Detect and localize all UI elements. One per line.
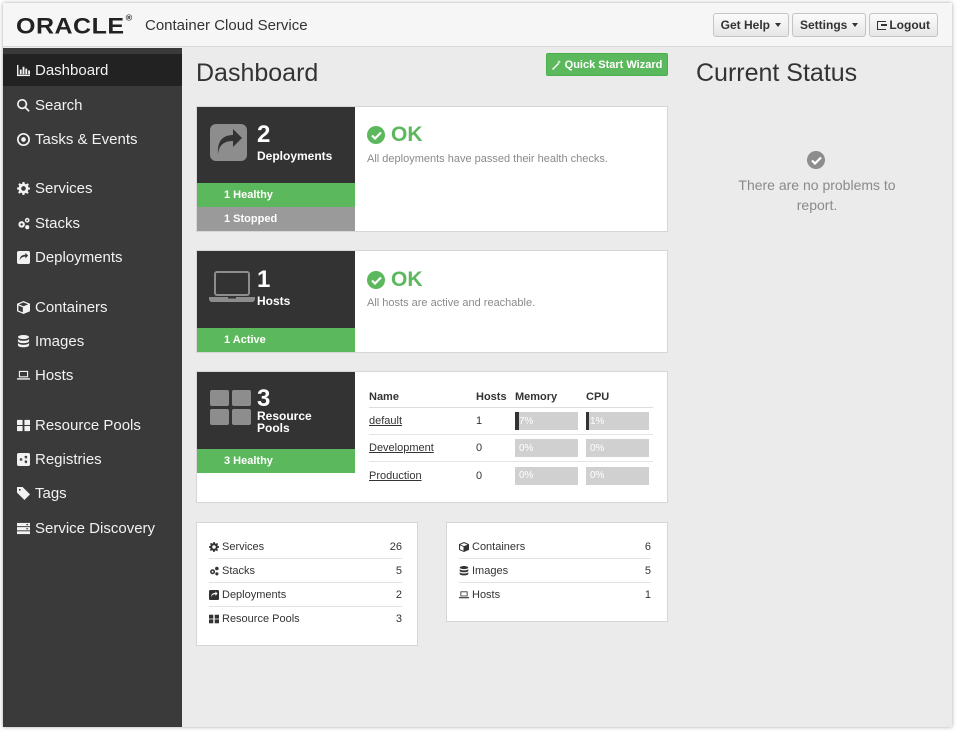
sidebar-item-service-discovery[interactable]: Service Discovery: [3, 512, 182, 544]
logout-icon: [877, 20, 888, 30]
caret-down-icon: [852, 23, 859, 27]
share-square-icon: [209, 589, 219, 600]
gear-icon: [209, 541, 219, 552]
sidebar-item-hosts[interactable]: Hosts: [3, 359, 182, 391]
summary-row-services[interactable]: Services 26: [209, 535, 402, 559]
magic-wand-icon: [551, 59, 561, 70]
hosts-count-panel[interactable]: 1 Hosts 1 Active: [197, 251, 355, 352]
caret-down-icon: [775, 23, 781, 27]
summary-row-stacks[interactable]: Stacks 5: [209, 559, 402, 583]
pool-link-development[interactable]: Development: [369, 442, 434, 454]
current-status-title: Current Status: [696, 59, 858, 87]
app-window: ORACLE® Container Cloud Service Get Help…: [3, 3, 952, 727]
sidebar-item-deployments[interactable]: Deployments: [3, 241, 182, 273]
page-title: Dashboard: [196, 59, 319, 87]
pool-link-default[interactable]: default: [369, 415, 402, 427]
sidebar-item-stacks[interactable]: Stacks: [3, 207, 182, 239]
current-status-message: There are no problems to report.: [738, 177, 896, 213]
memory-meter: 0%: [515, 439, 578, 457]
check-circle-icon: [367, 271, 385, 289]
sidebar-item-tags[interactable]: Tags: [3, 477, 182, 509]
product-name: Container Cloud Service: [145, 17, 308, 34]
summary-row-hosts[interactable]: Hosts 1: [459, 583, 651, 607]
database-icon: [16, 334, 30, 348]
check-circle-icon: [367, 126, 385, 144]
top-header: ORACLE® Container Cloud Service Get Help…: [3, 3, 952, 47]
get-help-button[interactable]: Get Help: [712, 13, 789, 37]
pool-link-production[interactable]: Production: [369, 470, 422, 482]
sidebar-item-services[interactable]: Services: [3, 172, 182, 204]
summary-box-services: Services 26 Stacks 5 Deployments 2 Resou…: [196, 522, 418, 646]
gears-icon: [16, 216, 30, 230]
hosts-status: OK: [367, 268, 423, 292]
gear-icon: [16, 181, 30, 195]
grid-icon: [16, 418, 30, 432]
grid-icon: [210, 390, 251, 425]
cube-icon: [16, 300, 30, 314]
summary-row-images[interactable]: Images 5: [459, 559, 651, 583]
deployments-stopped-bar[interactable]: 1 Stopped: [197, 207, 355, 231]
table-row: Production 0 0% 0%: [369, 462, 653, 489]
server-icon: [16, 521, 30, 535]
memory-meter: 7%: [515, 412, 578, 430]
cpu-meter: 1%: [586, 412, 649, 430]
summary-row-deployments[interactable]: Deployments 2: [209, 583, 402, 607]
sidebar-item-search[interactable]: Search: [3, 89, 182, 121]
summary-box-containers: Containers 6 Images 5 Hosts 1: [446, 522, 668, 622]
database-icon: [459, 565, 469, 576]
summary-row-resource-pools[interactable]: Resource Pools 3: [209, 607, 402, 631]
table-row: default 1 7% 1%: [369, 408, 653, 435]
deployments-status: OK: [367, 123, 423, 147]
summary-row-containers[interactable]: Containers 6: [459, 535, 651, 559]
share-square-icon: [16, 250, 30, 264]
pools-count-panel[interactable]: 3 Resource Pools 3 Healthy: [197, 372, 355, 473]
pools-label-line2: Pools: [257, 421, 290, 435]
laptop-icon: [459, 590, 469, 600]
gears-icon: [209, 566, 219, 576]
sidebar-item-containers[interactable]: Containers: [3, 291, 182, 323]
deployments-label: Deployments: [257, 149, 333, 163]
grid-icon: [209, 614, 219, 624]
memory-meter: 0%: [515, 466, 578, 485]
bar-chart-icon: [16, 63, 30, 77]
sidebar-item-registries[interactable]: Registries: [3, 443, 182, 475]
cube-icon: [459, 541, 469, 552]
pools-healthy-bar[interactable]: 3 Healthy: [197, 449, 355, 473]
settings-button[interactable]: Settings: [792, 13, 867, 37]
oracle-logo[interactable]: ORACLE®: [16, 13, 133, 39]
check-circle-icon: [807, 151, 825, 169]
cpu-meter: 0%: [586, 466, 649, 485]
sidebar: Dashboard Search Tasks & Events Services…: [3, 48, 182, 727]
hosts-active-bar[interactable]: 1 Active: [197, 328, 355, 352]
hosts-card: 1 Hosts 1 Active OK All hosts are active…: [196, 250, 668, 353]
deployments-count-panel[interactable]: 2 Deployments 1 Healthy 1 Stopped: [197, 107, 355, 231]
search-icon: [16, 98, 30, 112]
circle-dot-icon: [16, 132, 30, 146]
table-header: Name Hosts Memory CPU: [369, 386, 653, 408]
share-icon: [16, 452, 30, 466]
deployments-count: 2: [257, 121, 271, 148]
sidebar-item-images[interactable]: Images: [3, 325, 182, 357]
deployments-status-desc: All deployments have passed their health…: [367, 153, 608, 165]
table-row: Development 0 0% 0%: [369, 435, 653, 462]
hosts-count: 1: [257, 266, 271, 293]
sidebar-item-dashboard[interactable]: Dashboard: [3, 54, 182, 86]
tag-icon: [16, 486, 30, 500]
logout-button[interactable]: Logout: [869, 13, 938, 37]
hosts-status-desc: All hosts are active and reachable.: [367, 297, 536, 309]
sidebar-item-tasks-events[interactable]: Tasks & Events: [3, 123, 182, 155]
laptop-icon: [209, 271, 255, 302]
sidebar-item-resource-pools[interactable]: Resource Pools: [3, 409, 182, 441]
share-square-icon: [210, 124, 247, 161]
resource-pools-table: Name Hosts Memory CPU default 1 7% 1% De…: [369, 386, 653, 489]
deployments-healthy-bar[interactable]: 1 Healthy: [197, 183, 355, 207]
deployments-card: 2 Deployments 1 Healthy 1 Stopped OK All…: [196, 106, 668, 232]
header-buttons: Get Help Settings Logout: [712, 13, 938, 37]
laptop-icon: [16, 368, 30, 382]
quick-start-wizard-button[interactable]: Quick Start Wizard: [546, 53, 668, 76]
cpu-meter: 0%: [586, 439, 649, 457]
hosts-label: Hosts: [257, 294, 291, 308]
resource-pools-card: 3 Resource Pools 3 Healthy Name Hosts Me…: [196, 371, 668, 503]
